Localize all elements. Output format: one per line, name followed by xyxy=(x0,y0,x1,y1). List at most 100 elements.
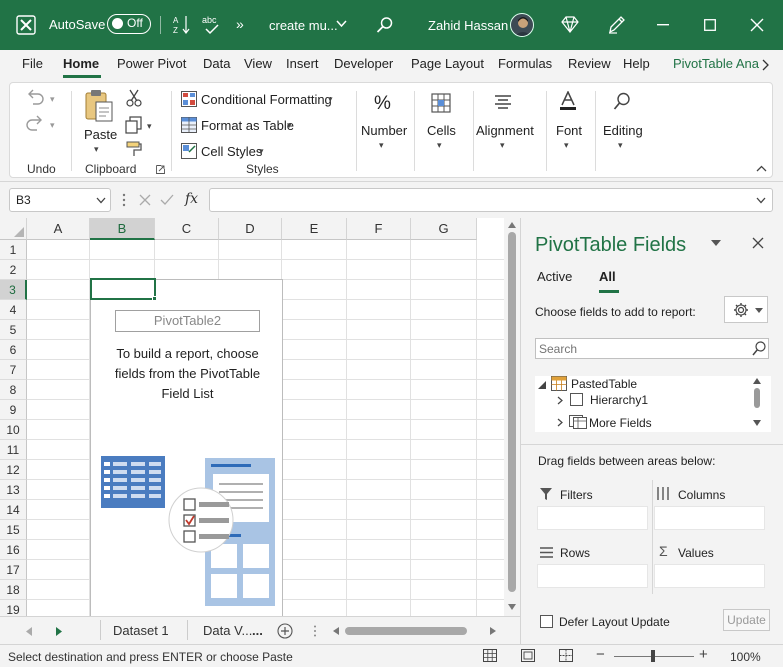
defer-layout-checkbox[interactable] xyxy=(540,615,553,628)
diamond-icon[interactable] xyxy=(561,16,579,33)
tab-pivottable-analyze[interactable]: PivotTable Ana xyxy=(673,56,759,71)
select-all-corner[interactable] xyxy=(0,218,27,240)
row-header-8[interactable]: 8 xyxy=(0,380,27,400)
row-header-19[interactable]: 19 xyxy=(0,600,27,616)
cell-styles-icon[interactable] xyxy=(181,143,197,159)
font-dropdown-icon[interactable]: ▾ xyxy=(564,140,569,151)
row-header-7[interactable]: 7 xyxy=(0,360,27,380)
column-header-f[interactable]: F xyxy=(347,218,411,240)
row-header-17[interactable]: 17 xyxy=(0,560,27,580)
expand-icon[interactable] xyxy=(557,418,563,427)
tab-data[interactable]: Data xyxy=(203,56,230,71)
page-break-view-icon[interactable] xyxy=(559,649,573,662)
tab-scroll-right-icon[interactable] xyxy=(762,59,770,71)
formula-input[interactable] xyxy=(209,188,773,212)
search-icon[interactable] xyxy=(376,16,394,34)
font-label[interactable]: Font xyxy=(556,123,582,138)
format-painter-icon[interactable] xyxy=(126,141,142,157)
field-list-scroll-thumb[interactable] xyxy=(754,388,760,408)
tab-all[interactable]: All xyxy=(599,269,616,284)
pivottable-placeholder[interactable]: PivotTable2 To build a report, choose fi… xyxy=(90,279,283,616)
scroll-left-icon[interactable] xyxy=(333,627,339,635)
pane-options-dropdown-icon[interactable] xyxy=(711,240,721,247)
format-as-table-label[interactable]: Format as Table xyxy=(201,118,294,133)
field-more-fields[interactable]: More Fields xyxy=(589,416,652,430)
row-header-9[interactable]: 9 xyxy=(0,400,27,420)
sheet-tab-dataset-1[interactable]: Dataset 1 xyxy=(113,623,169,638)
column-header-g[interactable]: G xyxy=(411,218,477,240)
zoom-slider-thumb[interactable] xyxy=(651,650,655,662)
values-drop-area[interactable] xyxy=(654,564,765,588)
expand-icon[interactable] xyxy=(557,396,563,405)
minimize-icon[interactable] xyxy=(657,24,669,26)
format-as-table-dropdown-icon[interactable]: ▾ xyxy=(287,120,292,131)
row-header-11[interactable]: 11 xyxy=(0,440,27,460)
dialog-launcher-icon[interactable] xyxy=(156,165,165,174)
tab-power-pivot[interactable]: Power Pivot xyxy=(117,56,186,71)
cell-styles-label[interactable]: Cell Styles xyxy=(201,144,262,159)
expand-formula-bar-icon[interactable] xyxy=(756,197,766,204)
zoom-in-button[interactable]: + xyxy=(699,646,708,663)
document-title[interactable]: create mu... xyxy=(269,18,338,33)
confirm-entry-icon[interactable] xyxy=(160,194,174,206)
undo-icon[interactable] xyxy=(25,89,45,107)
conditional-formatting-dropdown-icon[interactable]: ▾ xyxy=(328,94,333,105)
undo-dropdown-icon[interactable]: ▾ xyxy=(50,94,55,105)
copy-dropdown-icon[interactable]: ▾ xyxy=(147,121,152,132)
fill-handle[interactable] xyxy=(152,296,157,301)
percent-icon[interactable]: % xyxy=(374,93,391,115)
normal-view-icon[interactable] xyxy=(483,649,497,662)
scroll-down-icon[interactable] xyxy=(508,604,516,610)
tab-active[interactable]: Active xyxy=(537,269,572,284)
field-checkbox-hierarchy1[interactable] xyxy=(570,393,583,406)
page-layout-view-icon[interactable] xyxy=(521,649,535,662)
field-list-settings-button[interactable] xyxy=(724,296,768,323)
next-sheet-icon[interactable] xyxy=(56,627,62,636)
row-header-18[interactable]: 18 xyxy=(0,580,27,600)
tab-file[interactable]: File xyxy=(22,56,43,71)
vertical-dots-icon[interactable] xyxy=(122,193,126,207)
zoom-out-button[interactable]: − xyxy=(596,646,605,663)
maximize-icon[interactable] xyxy=(704,19,716,31)
alignment-icon[interactable] xyxy=(494,94,512,110)
avatar[interactable] xyxy=(510,13,534,37)
editing-label[interactable]: Editing xyxy=(603,123,643,138)
vertical-scroll-thumb[interactable] xyxy=(508,232,516,592)
row-header-4[interactable]: 4 xyxy=(0,300,27,320)
insert-function-button[interactable]: fx xyxy=(185,191,198,207)
horizontal-scroll-thumb[interactable] xyxy=(345,627,467,635)
row-header-5[interactable]: 5 xyxy=(0,320,27,340)
tab-view[interactable]: View xyxy=(244,56,272,71)
tab-formulas[interactable]: Formulas xyxy=(498,56,552,71)
paste-label[interactable]: Paste xyxy=(84,127,117,142)
user-name[interactable]: Zahid Hassan xyxy=(428,18,508,33)
field-list-scrollbar[interactable] xyxy=(751,378,763,430)
close-icon[interactable] xyxy=(750,18,764,32)
update-button[interactable]: Update xyxy=(723,609,770,631)
find-icon[interactable] xyxy=(613,92,631,111)
autosave-toggle[interactable]: Off xyxy=(107,14,151,34)
row-header-1[interactable]: 1 xyxy=(0,240,27,260)
selected-cell-b3[interactable] xyxy=(90,278,156,300)
column-header-a[interactable]: A xyxy=(27,218,90,240)
redo-icon[interactable] xyxy=(25,115,45,133)
tab-insert[interactable]: Insert xyxy=(286,56,319,71)
alignment-label[interactable]: Alignment xyxy=(476,123,534,138)
row-header-10[interactable]: 10 xyxy=(0,420,27,440)
row-header-16[interactable]: 16 xyxy=(0,540,27,560)
tab-review[interactable]: Review xyxy=(568,56,611,71)
chevron-down-icon[interactable] xyxy=(96,197,106,204)
rows-drop-area[interactable] xyxy=(537,564,648,588)
zoom-level[interactable]: 100% xyxy=(730,650,761,664)
search-icon[interactable] xyxy=(752,341,766,356)
chevron-down-icon[interactable] xyxy=(336,20,347,28)
spelling-check-icon[interactable]: abc xyxy=(201,14,221,36)
tab-page-layout[interactable]: Page Layout xyxy=(411,56,484,71)
redo-dropdown-icon[interactable]: ▾ xyxy=(50,120,55,131)
more-sheets-button[interactable]: ... xyxy=(252,623,263,638)
row-header-2[interactable]: 2 xyxy=(0,260,27,280)
paste-icon[interactable] xyxy=(84,89,114,123)
scroll-up-icon[interactable] xyxy=(753,378,761,384)
row-header-6[interactable]: 6 xyxy=(0,340,27,360)
paste-dropdown-icon[interactable]: ▾ xyxy=(94,144,99,155)
